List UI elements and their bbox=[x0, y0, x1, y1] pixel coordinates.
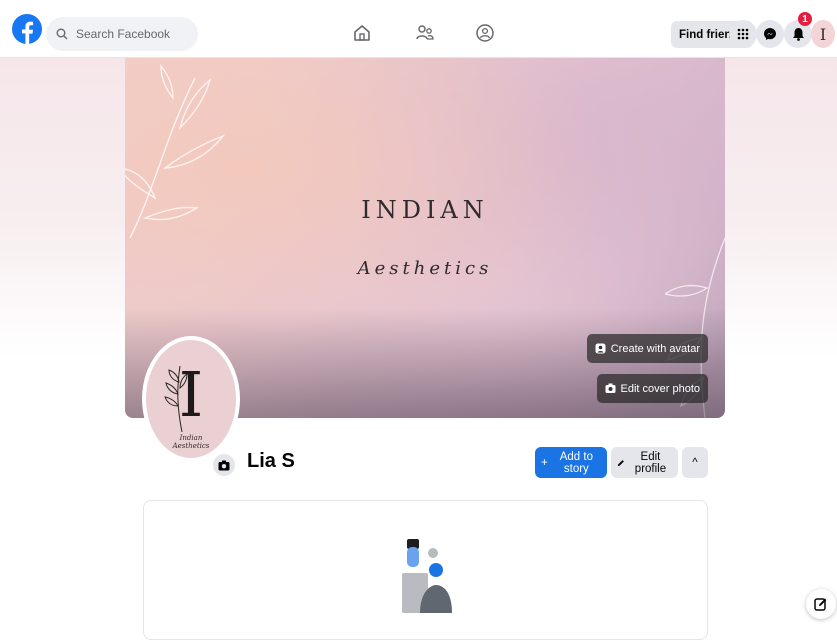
profile-camera-button[interactable] bbox=[213, 454, 235, 476]
menu-grid-icon[interactable] bbox=[729, 20, 757, 48]
content-card bbox=[143, 500, 708, 640]
people-illustration-icon bbox=[402, 539, 452, 613]
cover-subtitle: Aesthetics bbox=[357, 258, 493, 279]
edit-profile-button[interactable]: Edit profile bbox=[611, 447, 678, 478]
profile-picture-script-line2: Aesthetics bbox=[172, 442, 210, 450]
search-input[interactable] bbox=[74, 26, 188, 42]
profile-picture-script: Indian Aesthetics bbox=[146, 434, 236, 450]
add-to-story-label: Add to story bbox=[559, 450, 593, 475]
search-box[interactable] bbox=[46, 17, 198, 51]
camera-icon bbox=[605, 383, 615, 393]
home-icon[interactable] bbox=[351, 22, 373, 44]
profile-name: Lia S bbox=[247, 450, 295, 472]
compose-icon bbox=[814, 598, 827, 611]
create-with-avatar-label: Create with avatar bbox=[610, 342, 700, 355]
cover-title: INDIAN bbox=[361, 196, 489, 224]
camera-icon bbox=[218, 460, 230, 470]
groups-icon[interactable] bbox=[474, 22, 496, 44]
plus-icon: + bbox=[541, 456, 548, 469]
pencil-icon bbox=[617, 459, 624, 466]
avatar-icon bbox=[595, 343, 606, 354]
notification-badge: 1 bbox=[798, 12, 812, 26]
edit-profile-label: Edit profile bbox=[634, 450, 667, 475]
more-options-button[interactable]: ^ bbox=[682, 447, 708, 478]
leaf-decoration-left bbox=[125, 64, 226, 239]
top-navigation-bar: Find friends 1 I bbox=[0, 0, 837, 58]
friends-icon[interactable] bbox=[414, 22, 436, 44]
compose-message-button[interactable] bbox=[806, 589, 836, 619]
create-with-avatar-button[interactable]: Create with avatar bbox=[586, 334, 708, 363]
avatar[interactable]: I bbox=[811, 20, 835, 48]
messenger-icon[interactable] bbox=[756, 20, 784, 48]
edit-cover-photo-label: Edit cover photo bbox=[620, 382, 701, 395]
chevron-up-icon: ^ bbox=[692, 456, 698, 469]
profile-picture-script-line1: Indian bbox=[179, 434, 203, 442]
facebook-logo-icon[interactable] bbox=[12, 14, 42, 44]
profile-picture-letter: I bbox=[178, 358, 204, 431]
edit-cover-photo-button[interactable]: Edit cover photo bbox=[596, 374, 708, 403]
search-icon bbox=[56, 28, 68, 40]
add-to-story-button[interactable]: + Add to story bbox=[535, 447, 607, 478]
profile-picture[interactable]: I Indian Aesthetics bbox=[142, 336, 240, 462]
